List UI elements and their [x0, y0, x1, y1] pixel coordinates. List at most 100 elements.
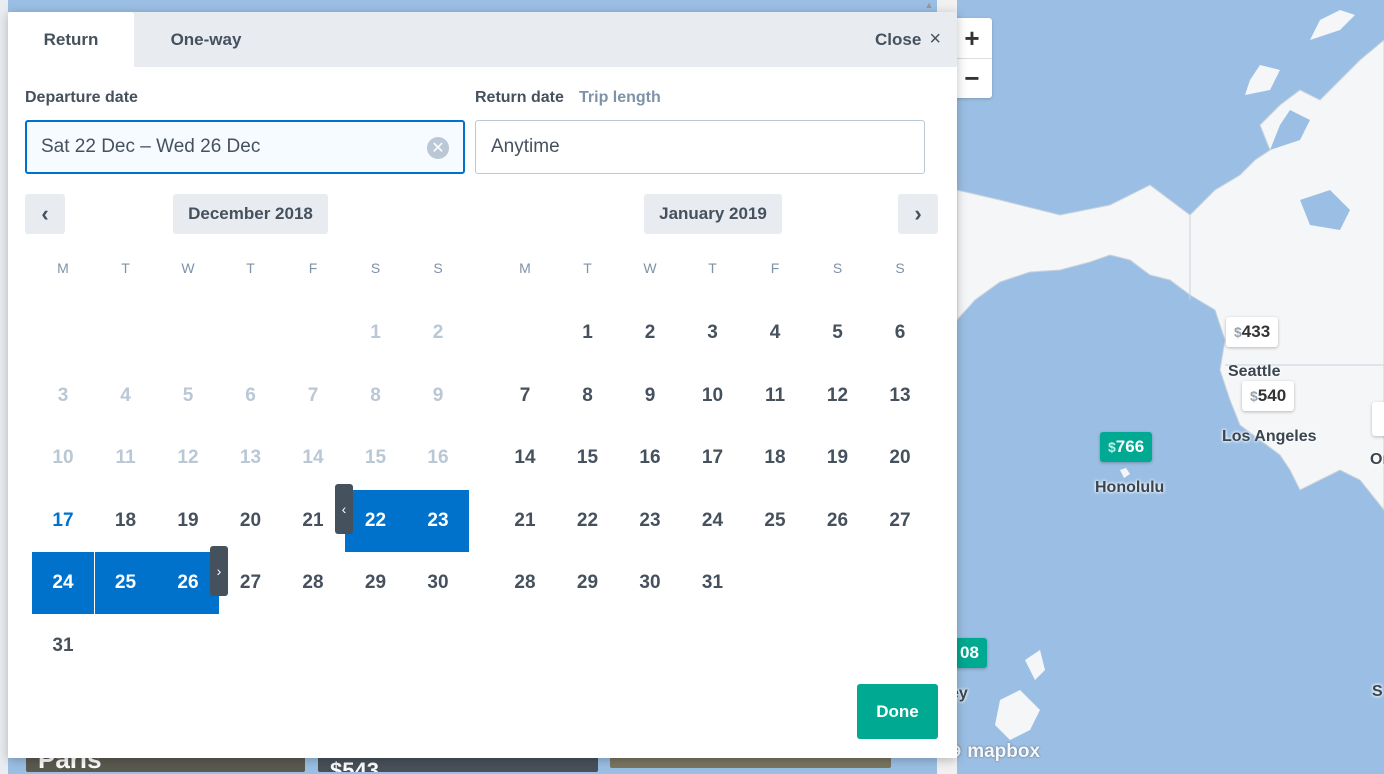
calendar-day: 13	[239, 447, 262, 468]
calendar-day[interactable]: 14	[494, 427, 556, 489]
calendar-day[interactable]: 1	[557, 302, 619, 364]
range-start-handle[interactable]: ‹	[335, 484, 353, 534]
calendar-day[interactable]: 11	[744, 365, 806, 427]
price-value: 433	[1241, 322, 1271, 341]
weekday-header: S	[895, 260, 905, 276]
weekday-header: W	[643, 260, 657, 276]
calendar-day[interactable]: 24	[682, 490, 744, 552]
price-pin-edge[interactable]	[1372, 402, 1384, 436]
calendar-day[interactable]: 3	[682, 302, 744, 364]
calendar-day[interactable]: 27	[869, 490, 931, 552]
weekday-header: S	[832, 260, 843, 276]
calendar-day[interactable]: 18	[744, 427, 806, 489]
currency-symbol: $	[1234, 324, 1242, 340]
calendar-day: 16	[427, 447, 449, 468]
calendar-day[interactable]: 28	[282, 552, 344, 614]
calendar-day[interactable]: 2	[619, 302, 681, 364]
tab-one-way[interactable]: One-way	[144, 12, 268, 67]
price-pin-los-angeles[interactable]: $540	[1242, 381, 1295, 411]
weekday-header: S	[433, 260, 443, 276]
calendar-day[interactable]: 20	[869, 427, 931, 489]
weekday-header: T	[121, 260, 130, 276]
calendar-day: 7	[307, 384, 319, 406]
zoom-out-button[interactable]: −	[952, 58, 992, 98]
calendar-day[interactable]: 20	[220, 490, 282, 552]
month-title-january[interactable]: January 2019	[644, 194, 782, 234]
calendar-day[interactable]: 10	[682, 365, 744, 427]
prev-month-button[interactable]: ‹	[25, 194, 65, 234]
return-date-field[interactable]: Anytime	[475, 120, 925, 174]
calendar-day: 4	[120, 384, 131, 406]
calendar-day: 14	[302, 447, 324, 468]
calendar-day[interactable]: 6	[869, 302, 931, 364]
date-picker-panel: Return One-way Close × Departure date Sa…	[8, 12, 957, 758]
calendar-day[interactable]: 26	[807, 490, 869, 552]
departure-date-value: Sat 22 Dec – Wed 26 Dec	[41, 136, 261, 157]
calendar-day[interactable]: 19	[807, 427, 869, 489]
calendar-day[interactable]: 23	[407, 489, 469, 552]
calendar-day[interactable]: 13	[869, 365, 931, 427]
range-end-handle[interactable]: ›	[210, 546, 228, 596]
calendar-day[interactable]: 30	[619, 552, 681, 614]
city-label-los-angeles: Los Angeles	[1222, 428, 1317, 445]
mapbox-text: mapbox	[967, 741, 1041, 762]
calendar-day[interactable]: 29	[557, 552, 619, 614]
city-label-edge-s: S	[1372, 683, 1383, 700]
tab-return[interactable]: Return	[8, 12, 134, 67]
price-pin-honolulu[interactable]: $766	[1100, 432, 1153, 462]
calendar-day[interactable]: 16	[619, 427, 681, 489]
calendar-day: 3	[57, 384, 69, 406]
calendar-day[interactable]: 29	[345, 552, 407, 614]
calendar-day[interactable]: 22	[557, 490, 619, 552]
chevron-left-icon: ‹	[41, 201, 49, 226]
calendar-day[interactable]: 24	[32, 552, 94, 614]
calendar-day[interactable]: 7	[494, 365, 556, 427]
calendar-day[interactable]: 12	[807, 365, 869, 427]
close-button[interactable]: Close ×	[875, 12, 941, 67]
calendar-day[interactable]: 31	[32, 615, 94, 677]
close-icon: ×	[929, 28, 941, 50]
calendar-day[interactable]: 30	[407, 552, 469, 614]
calendar-day[interactable]: 25	[744, 490, 806, 552]
next-month-button[interactable]: ›	[898, 194, 938, 234]
trip-length-link[interactable]: Trip length	[579, 89, 661, 107]
calendar-day[interactable]: 15	[557, 427, 619, 489]
done-button[interactable]: Done	[857, 684, 938, 739]
price-value: 540	[1257, 386, 1287, 405]
calendar-day: 10	[52, 447, 74, 468]
clear-icon[interactable]: ✕	[427, 137, 449, 159]
close-label: Close	[875, 29, 922, 49]
calendar-day[interactable]: 28	[494, 552, 556, 614]
calendar-day[interactable]: 27	[220, 552, 282, 614]
weekday-header: F	[770, 260, 780, 276]
departure-date-field[interactable]: Sat 22 Dec – Wed 26 Dec ✕	[25, 120, 465, 174]
mapbox-attribution[interactable]: ⊕ mapbox	[946, 740, 1040, 763]
calendar-day: 8	[370, 384, 381, 406]
currency-symbol: $	[1250, 388, 1258, 404]
calendar-day: 2	[432, 322, 444, 343]
weekday-header: M	[519, 260, 531, 276]
calendar-day[interactable]: 19	[157, 490, 219, 552]
calendar-day[interactable]: 22	[344, 489, 407, 552]
zoom-in-button[interactable]: +	[952, 18, 992, 58]
calendar-day[interactable]: 23	[619, 490, 681, 552]
calendar-day[interactable]: 9	[619, 365, 681, 427]
weekday-header: W	[181, 260, 195, 276]
month-title-december[interactable]: December 2018	[173, 194, 328, 234]
calendar-day: 9	[432, 384, 444, 406]
price-pin-seattle[interactable]: $433	[1226, 317, 1279, 347]
calendar-day[interactable]: 31	[682, 552, 744, 614]
calendar-day[interactable]: 17	[682, 427, 744, 489]
chevron-right-icon: ›	[914, 201, 922, 226]
return-date-label[interactable]: Return date	[475, 89, 564, 107]
calendar-day[interactable]: 18	[95, 490, 157, 552]
city-label-edge-or: Or	[1370, 451, 1384, 468]
price-value: 08	[960, 643, 979, 662]
calendar-day[interactable]: 21	[494, 490, 556, 552]
calendar-day[interactable]: 4	[744, 302, 806, 364]
calendar-day[interactable]: 17	[32, 490, 94, 552]
calendar-day[interactable]: 25	[94, 552, 157, 614]
scroll-up-icon[interactable]: ▲	[923, 0, 935, 12]
calendar-day[interactable]: 8	[557, 365, 619, 427]
calendar-day[interactable]: 5	[807, 302, 869, 364]
